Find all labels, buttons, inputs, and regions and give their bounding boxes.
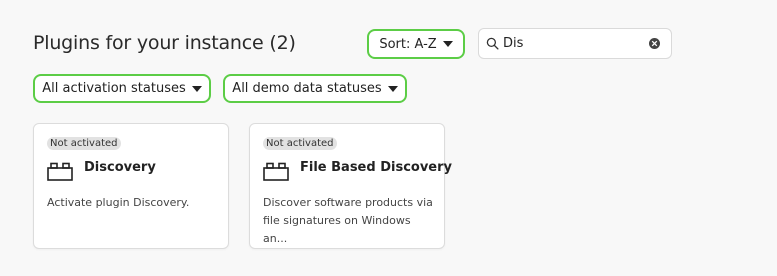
page-title: Plugins for your instance (2) bbox=[33, 32, 296, 54]
search-input[interactable] bbox=[503, 36, 643, 51]
status-badge: Not activated bbox=[263, 137, 337, 150]
caret-down-icon bbox=[387, 85, 398, 92]
plugin-description: Activate plugin Discovery. bbox=[47, 196, 190, 209]
plugin-description: Discover software products via file sign… bbox=[263, 196, 433, 245]
activation-status-filter[interactable]: All activation statuses bbox=[33, 74, 211, 103]
plugin-name: File Based Discovery bbox=[300, 160, 453, 175]
status-badge: Not activated bbox=[47, 137, 121, 150]
search-icon bbox=[486, 37, 499, 50]
plugin-block-icon bbox=[47, 162, 73, 181]
plugin-card[interactable]: Not activated Discovery Activate plugin … bbox=[33, 123, 229, 249]
caret-down-icon bbox=[191, 85, 202, 92]
sort-label: Sort: A-Z bbox=[379, 36, 437, 52]
plugin-name: Discovery bbox=[84, 160, 156, 175]
sort-dropdown[interactable]: Sort: A-Z bbox=[367, 29, 465, 59]
activation-filter-label: All activation statuses bbox=[42, 81, 186, 96]
search-box[interactable] bbox=[478, 28, 672, 59]
demo-filter-label: All demo data statuses bbox=[232, 81, 382, 96]
clear-icon[interactable] bbox=[649, 38, 660, 49]
demo-data-status-filter[interactable]: All demo data statuses bbox=[223, 74, 407, 103]
caret-down-icon bbox=[442, 41, 453, 47]
plugin-card[interactable]: Not activated File Based Discovery Disco… bbox=[249, 123, 452, 249]
plugin-block-icon bbox=[263, 162, 289, 181]
